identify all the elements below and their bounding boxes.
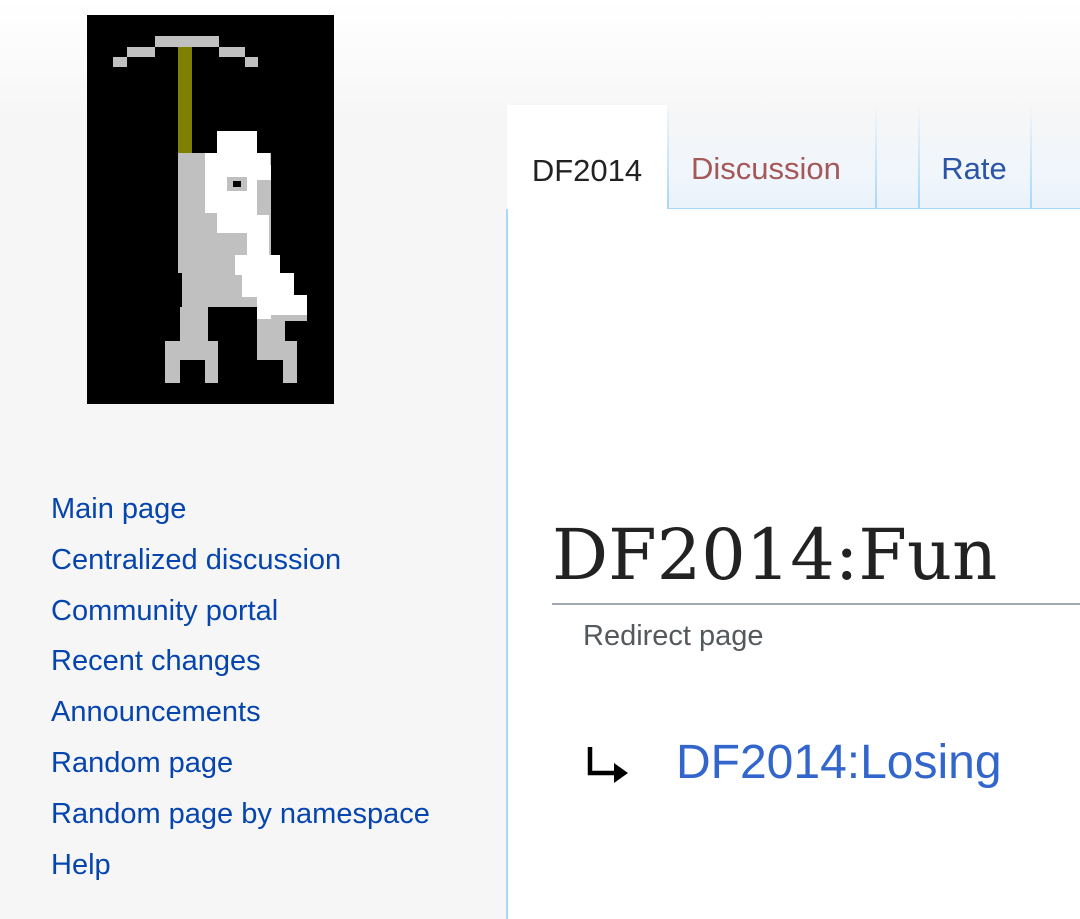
redirect-target-row: DF2014:Losing bbox=[584, 729, 1080, 799]
sidebar-navigation: Main page Centralized discussion Communi… bbox=[51, 484, 491, 890]
site-logo[interactable] bbox=[87, 15, 334, 404]
sidebar-item-main-page[interactable]: Main page bbox=[51, 484, 491, 535]
sidebar-item-centralized-discussion[interactable]: Centralized discussion bbox=[51, 535, 491, 586]
redirect-target-link[interactable]: DF2014:Losing bbox=[676, 731, 1002, 795]
tab-namespace-label: DF2014 bbox=[531, 153, 643, 188]
dwarf-with-pickaxe-logo-icon bbox=[87, 15, 334, 404]
sidebar-item-random-page[interactable]: Random page bbox=[51, 738, 491, 789]
tab-rate[interactable]: Rate bbox=[918, 105, 1030, 210]
main-content: DF2014:Fun Redirect page DF2014:Losing bbox=[506, 209, 1080, 919]
wiki-page: Main page Centralized discussion Communi… bbox=[0, 0, 1080, 919]
redirect-arrow-icon bbox=[587, 747, 628, 783]
redirect-subtitle: Redirect page bbox=[583, 620, 764, 652]
sidebar-item-announcements[interactable]: Announcements bbox=[51, 687, 491, 738]
tab-discussion[interactable]: Discussion bbox=[667, 105, 875, 210]
sidebar-item-community-portal[interactable]: Community portal bbox=[51, 586, 491, 637]
tab-discussion-label: Discussion bbox=[691, 151, 841, 186]
sidebar-item-help[interactable]: Help bbox=[51, 840, 491, 891]
page-title: DF2014:Fun bbox=[552, 509, 1080, 605]
tab-separator-right bbox=[1030, 105, 1080, 210]
sidebar-item-recent-changes[interactable]: Recent changes bbox=[51, 636, 491, 687]
tab-namespace[interactable]: DF2014 bbox=[507, 105, 667, 210]
tab-separator bbox=[875, 105, 918, 210]
tab-rate-label: Rate bbox=[941, 151, 1007, 186]
sidebar-item-random-page-by-namespace[interactable]: Random page by namespace bbox=[51, 789, 491, 840]
page-tabs: DF2014 Discussion Rate bbox=[507, 105, 1080, 210]
